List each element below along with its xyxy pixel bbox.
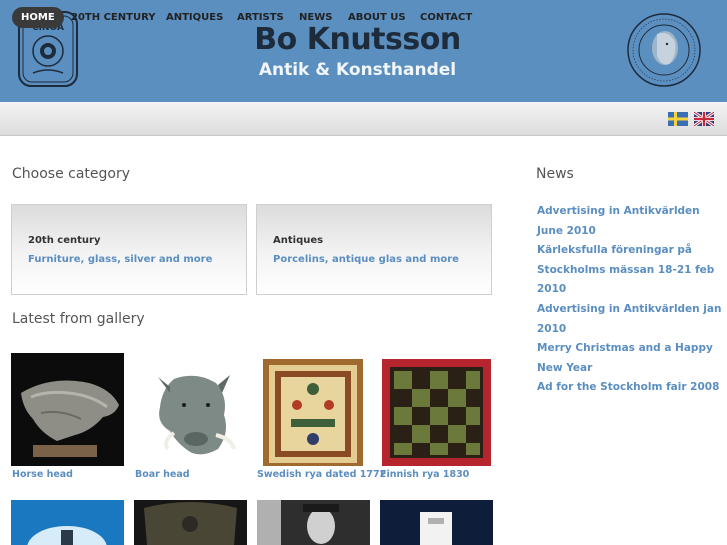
nav-about-us[interactable]: ABOUT US [339,7,415,28]
gallery-thumb-finnish-rya[interactable] [380,353,493,466]
nav-antiques[interactable]: ANTIQUES [157,7,232,28]
gallery-caption[interactable]: Horse head [12,469,73,480]
news-item[interactable]: Kärleksfulla föreningar på Stockholms mä… [537,241,722,300]
category-title: 20th century [28,235,101,246]
category-20th-century[interactable]: 20th century Furniture, glass, silver an… [11,204,247,295]
gallery-caption[interactable]: Boar head [135,469,190,480]
nav-artists[interactable]: ARTISTS [228,7,293,28]
news-item[interactable]: Advertising in Antikvärlden June 2010 [537,202,722,241]
gallery-caption[interactable]: Swedish rya dated 1772 [257,469,386,480]
choose-category-heading: Choose category [12,166,131,182]
category-link[interactable]: Furniture, glass, silver and more [28,254,212,265]
site-subtitle: Antik & Konsthandel [258,60,457,80]
uk-flag-icon[interactable] [693,110,715,128]
news-item[interactable]: Ad for the Stockholm fair 2008 [537,378,722,398]
nav-home[interactable]: HOME [12,7,64,28]
main-nav [0,102,727,136]
nav-news[interactable]: NEWS [290,7,341,28]
nav-20th-century[interactable]: 20TH CENTURY [62,7,164,28]
category-antiques[interactable]: Antiques Porcelins, antique glas and mor… [256,204,492,295]
gallery-thumb-swedish-rya[interactable] [257,353,370,466]
gallery-thumb[interactable] [380,500,493,545]
gallery-caption[interactable]: Finnish rya 1830 [380,469,469,480]
nav-contact[interactable]: CONTACT [411,7,481,28]
gallery-thumb-boar-head[interactable] [134,353,247,466]
association-seal [627,12,701,88]
gallery-thumb[interactable] [11,500,124,545]
gallery-thumb[interactable] [134,500,247,545]
gallery-thumb-horse-head[interactable] [11,353,124,466]
category-link[interactable]: Porcelins, antique glas and more [273,254,459,265]
news-item[interactable]: Merry Christmas and a Happy New Year [537,339,722,378]
news-item[interactable]: Advertising in Antikvärlden jan 2010 [537,300,722,339]
swedish-flag-icon[interactable] [668,111,688,126]
gallery-thumb[interactable] [257,500,370,545]
latest-gallery-heading: Latest from gallery [12,311,145,327]
news-heading: News [536,166,574,182]
category-title: Antiques [273,235,324,246]
